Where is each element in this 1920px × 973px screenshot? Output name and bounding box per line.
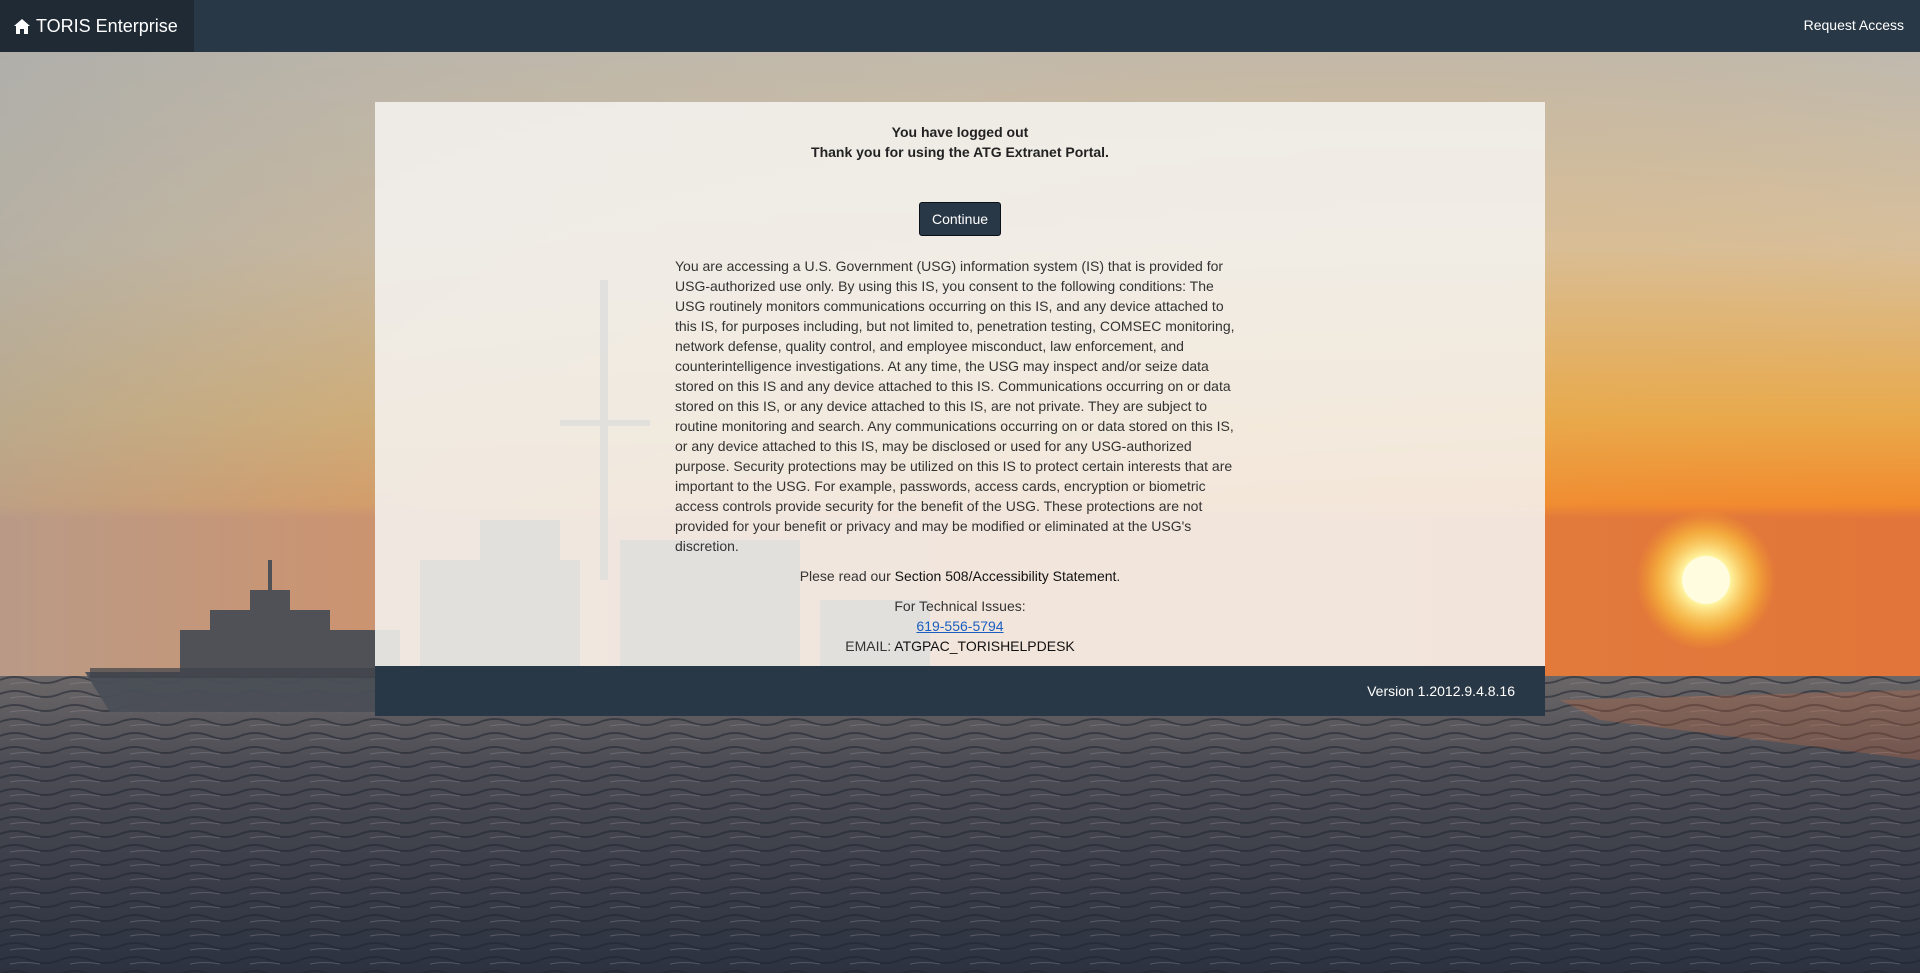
technical-support-info: For Technical Issues: 619-556-5794 EMAIL… xyxy=(375,596,1545,656)
email-line: EMAIL: ATGPAC_TORISHELPDESK xyxy=(375,636,1545,656)
accessibility-suffix: . xyxy=(1116,568,1121,584)
accessibility-line: Plese read our Section 508/Accessibility… xyxy=(375,566,1545,586)
logout-line-2: Thank you for using the ATG Extranet Por… xyxy=(811,144,1109,160)
brand-label: TORIS Enterprise xyxy=(36,15,178,36)
email-label: EMAIL: xyxy=(845,638,895,654)
panel-footer: Version 1.2012.9.4.8.16 xyxy=(375,666,1545,716)
top-navbar: TORIS Enterprise Request Access xyxy=(0,0,1920,52)
accessibility-prefix: Plese read our xyxy=(799,568,895,584)
brand-home-link[interactable]: TORIS Enterprise xyxy=(0,0,194,52)
request-access-link[interactable]: Request Access xyxy=(1804,0,1904,52)
continue-button[interactable]: Continue xyxy=(919,202,1001,236)
logout-line-1: You have logged out xyxy=(891,124,1029,140)
helpdesk-phone-link[interactable]: 619-556-5794 xyxy=(916,618,1003,634)
accessibility-statement-link[interactable]: Section 508/Accessibility Statement xyxy=(895,568,1117,584)
version-label: Version 1.2012.9.4.8.16 xyxy=(1367,683,1515,699)
email-value: ATGPAC_TORISHELPDESK xyxy=(894,638,1075,654)
tech-issues-label: For Technical Issues: xyxy=(894,598,1026,614)
logout-panel: You have logged out Thank you for using … xyxy=(375,102,1545,666)
logout-message: You have logged out Thank you for using … xyxy=(375,122,1545,162)
usg-notice-text: You are accessing a U.S. Government (USG… xyxy=(675,258,1235,554)
home-icon xyxy=(14,18,30,34)
